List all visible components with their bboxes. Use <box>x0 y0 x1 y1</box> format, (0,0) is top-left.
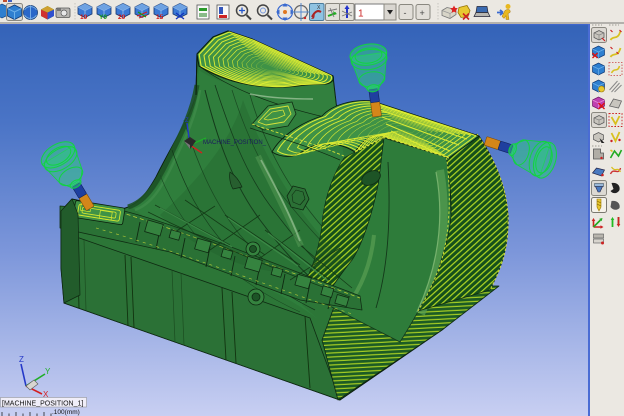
svg-text:+: + <box>420 8 425 18</box>
svg-text:15: 15 <box>156 14 164 21</box>
svg-text:.100(mm): .100(mm) <box>52 409 80 416</box>
svg-text:Y0: Y0 <box>99 14 107 21</box>
svg-text:Z: Z <box>19 355 24 364</box>
svg-text:Y: Y <box>45 367 51 376</box>
svg-text:10: 10 <box>80 14 88 21</box>
svg-text:20: 20 <box>118 14 126 21</box>
svg-text:[MACHINE_POSITION_1]: [MACHINE_POSITION_1] <box>2 401 83 408</box>
svg-text:Z: Z <box>185 118 189 124</box>
svg-text:MACHINE_POSITION_: MACHINE_POSITION_ <box>203 140 267 146</box>
svg-text:-: - <box>404 8 407 18</box>
svg-text:1: 1 <box>358 9 364 20</box>
